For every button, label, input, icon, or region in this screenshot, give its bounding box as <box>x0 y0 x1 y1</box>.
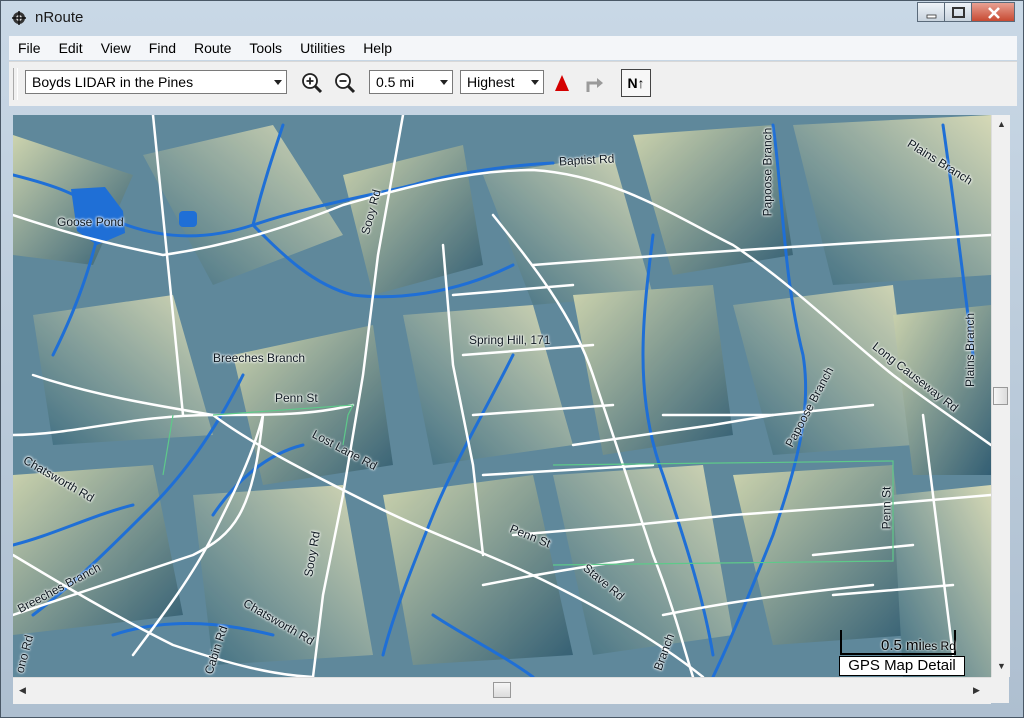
vertical-scrollbar[interactable]: ▲ ▼ <box>991 115 1010 677</box>
toolbar-grip[interactable] <box>13 68 18 100</box>
map-view[interactable]: Goose Pond Baptist Rd Sooy Rd Papoose Br… <box>13 115 991 677</box>
horizontal-scroll-thumb[interactable] <box>493 682 511 698</box>
north-up-button[interactable]: N↑ <box>621 69 651 97</box>
scale-overlap-text: les Rd <box>921 639 956 653</box>
label-breeches-branch: Breeches Branch <box>213 351 306 365</box>
scrollbar-corner <box>991 677 1009 703</box>
chevron-down-icon <box>531 80 539 85</box>
zoom-in-icon[interactable] <box>299 70 325 96</box>
close-button[interactable] <box>971 2 1015 22</box>
map-select[interactable]: Boyds LIDAR in the Pines <box>25 70 287 94</box>
menu-help[interactable]: Help <box>354 36 401 60</box>
label-baptist-rd: Baptist Rd <box>558 151 615 169</box>
detail-select-value: Highest <box>467 74 515 90</box>
label-goose-pond: Goose Pond <box>57 215 124 229</box>
minimize-button[interactable] <box>917 2 944 22</box>
restore-icon <box>952 7 965 18</box>
chevron-down-icon <box>440 80 448 85</box>
map-select-value: Boyds LIDAR in the Pines <box>32 74 194 90</box>
map-canvas[interactable] <box>13 115 991 677</box>
title-bar[interactable]: nRoute <box>1 1 1023 35</box>
window-title: nRoute <box>35 9 84 26</box>
label-penn-st-west: Penn St <box>275 391 318 405</box>
menu-route[interactable]: Route <box>185 36 240 60</box>
menu-edit[interactable]: Edit <box>50 36 92 60</box>
pond-small-shape <box>179 211 197 227</box>
scale-select-value: 0.5 mi <box>376 74 415 90</box>
app-window: nRoute File Edit View Find Route Tools U… <box>0 0 1024 718</box>
menu-find[interactable]: Find <box>140 36 185 60</box>
scale-value: 0.5 mi <box>881 637 922 654</box>
position-arrow-icon[interactable] <box>549 70 575 96</box>
label-plains-branch-right: Plains Branch <box>963 312 978 388</box>
detail-select[interactable]: Highest <box>460 70 544 94</box>
chevron-down-icon <box>274 80 282 85</box>
north-up-icon: N↑ <box>627 75 645 91</box>
gps-map-detail-label: GPS Map Detail <box>839 656 965 676</box>
close-icon <box>988 7 1000 19</box>
scroll-up-icon[interactable]: ▲ <box>997 119 1006 129</box>
horizontal-scrollbar[interactable]: ◀ ▶ <box>13 677 991 704</box>
scale-bar-label: 0.5 miles Rd <box>881 637 956 654</box>
scroll-left-icon[interactable]: ◀ <box>19 685 26 696</box>
vertical-scroll-thumb[interactable] <box>993 387 1008 405</box>
turn-arrow-icon[interactable] <box>581 70 607 96</box>
toolbar: Boyds LIDAR in the Pines 0.5 mi Highest … <box>9 61 1017 106</box>
scale-select[interactable]: 0.5 mi <box>369 70 453 94</box>
label-spring-hill: Spring Hill, 171 <box>469 333 551 347</box>
label-papoose-branch-north: Papoose Branch <box>760 127 775 217</box>
app-icon <box>12 11 26 25</box>
minimize-icon <box>926 14 937 19</box>
scroll-down-icon[interactable]: ▼ <box>997 661 1006 671</box>
scroll-right-icon[interactable]: ▶ <box>973 685 980 696</box>
menu-view[interactable]: View <box>92 36 140 60</box>
menu-tools[interactable]: Tools <box>240 36 291 60</box>
maximize-button[interactable] <box>944 2 971 22</box>
menu-file[interactable]: File <box>9 36 50 60</box>
menu-bar: File Edit View Find Route Tools Utilitie… <box>9 36 1017 60</box>
label-penn-st-east: Penn St <box>879 486 894 530</box>
zoom-out-icon[interactable] <box>332 70 358 96</box>
menu-utilities[interactable]: Utilities <box>291 36 354 60</box>
